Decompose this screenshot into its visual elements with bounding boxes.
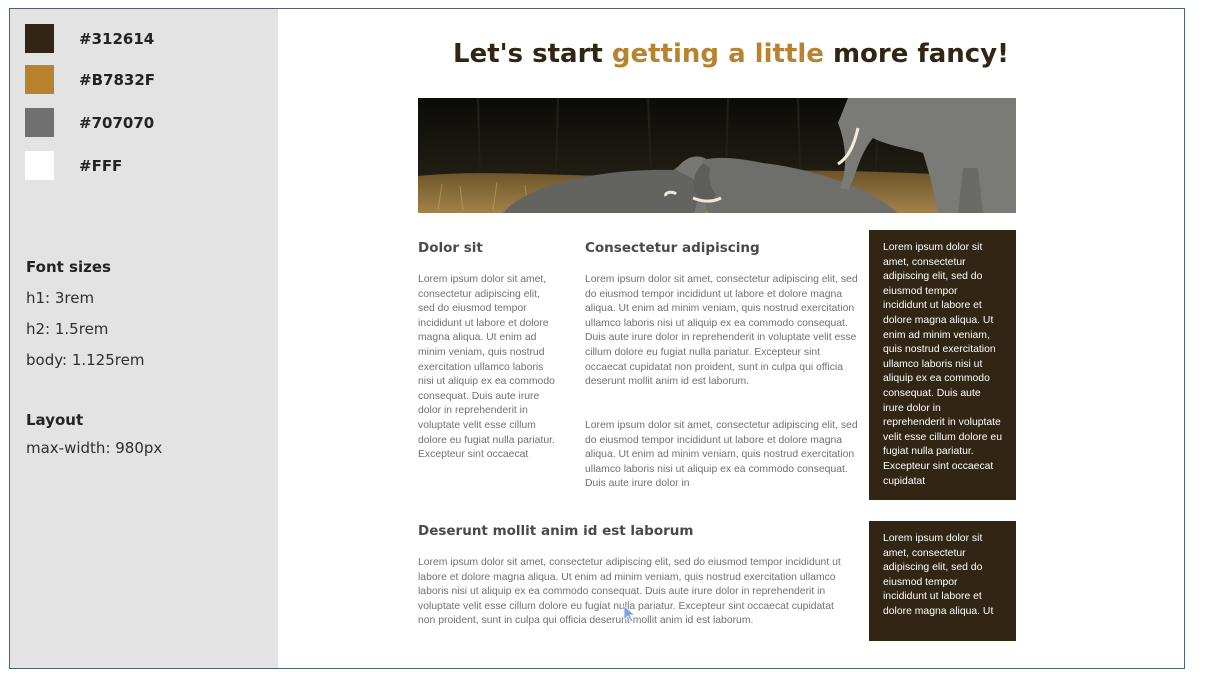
swatch-hex-label: #FFF xyxy=(79,156,123,175)
swatch-hex-label: #B7832F xyxy=(79,70,155,89)
col1-heading: Dolor sit xyxy=(418,240,483,256)
mockup-title: Let's start getting a little more fancy! xyxy=(278,39,1184,69)
title-start: Let's start xyxy=(453,39,612,69)
elephants-photo xyxy=(418,98,1016,213)
col2-heading: Consectetur adipiscing xyxy=(585,240,760,256)
color-swatch-dark-brown xyxy=(25,24,54,53)
mouse-pointer-icon xyxy=(623,605,637,623)
swatch-row-gold: #B7832F xyxy=(25,65,155,94)
slide-frame: #312614 #B7832F #707070 #FFF Font sizes … xyxy=(9,8,1185,669)
section2-text: Lorem ipsum dolor sit amet, consectetur … xyxy=(418,557,841,627)
hero-image xyxy=(418,98,1016,213)
color-swatch-gray xyxy=(25,108,54,137)
col2-para1: Lorem ipsum dolor sit amet, consectetur … xyxy=(585,274,858,388)
swatch-hex-label: #707070 xyxy=(79,113,155,132)
col1-text: Lorem ipsum dolor sit amet, consectetur … xyxy=(418,274,555,461)
col2-para2: Lorem ipsum dolor sit amet, consectetur … xyxy=(585,420,858,490)
font-size-h2: h2: 1.5rem xyxy=(26,320,109,338)
aside-box-1: Lorem ipsum dolor sit amet, consectetur … xyxy=(869,230,1016,500)
swatch-row-dark-brown: #312614 xyxy=(25,24,154,53)
title-accent: getting a little xyxy=(611,39,824,69)
layout-max-width: max-width: 980px xyxy=(26,439,163,457)
style-guide-panel: #312614 #B7832F #707070 #FFF Font sizes … xyxy=(10,9,278,668)
aside-box-2: Lorem ipsum dolor sit amet, consectetur … xyxy=(869,521,1016,641)
color-swatch-white xyxy=(25,151,54,180)
font-sizes-heading: Font sizes xyxy=(26,258,111,276)
color-swatch-gold xyxy=(25,65,54,94)
swatch-hex-label: #312614 xyxy=(79,29,155,48)
font-size-body: body: 1.125rem xyxy=(26,351,145,369)
font-size-h1: h1: 3rem xyxy=(26,289,95,307)
layout-heading: Layout xyxy=(26,411,84,429)
swatch-row-white: #FFF xyxy=(25,151,122,180)
swatch-row-gray: #707070 xyxy=(25,108,154,137)
title-end: more fancy! xyxy=(823,39,1009,69)
section2-heading: Deserunt mollit anim id est laborum xyxy=(418,523,694,539)
